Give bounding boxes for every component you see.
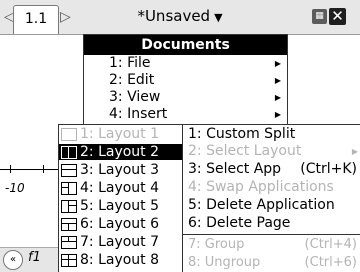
x-axis-line	[0, 169, 60, 170]
document-title[interactable]: *Unsaved ▼	[0, 7, 360, 25]
menu-item-label: 3: View	[109, 89, 161, 105]
menu-item-view[interactable]: 3: View ▶	[109, 89, 284, 106]
menu-item-layout-6[interactable]: 6: Layout 6	[59, 216, 182, 232]
menu-item-label: 1: File	[109, 55, 151, 71]
menu-item-label: 5: Layout 5	[80, 198, 160, 214]
menu-item-shortcut: (Ctrl+K)	[300, 161, 357, 177]
menu-item-layout-4[interactable]: 4: Layout 4	[59, 180, 182, 196]
submenu-arrow-icon: ▶	[351, 147, 358, 156]
menu-item-select-layout[interactable]: 2: Select Layout ▶	[183, 143, 360, 160]
menu-item-label: 8: Layout 8	[80, 252, 160, 268]
menu-item-swap-applications[interactable]: 4: Swap Applications	[183, 179, 360, 196]
close-icon[interactable]: ✕	[329, 8, 346, 25]
menu-item-layout-1[interactable]: 1: Layout 1	[59, 126, 182, 142]
layout-2-icon	[61, 146, 77, 159]
menu-separator	[183, 234, 360, 235]
layout-6-icon	[61, 218, 77, 231]
menu-item-label: 7: Layout 7	[80, 234, 160, 250]
menu-item-label: 2: Select Layout	[188, 143, 302, 159]
menu-item-delete-page[interactable]: 6: Delete Page	[183, 215, 360, 232]
layout-3-icon	[61, 164, 77, 177]
menu-item-label: 5: Delete Application	[188, 197, 335, 213]
submenu-arrow-icon: ▶	[274, 76, 281, 85]
menu-item-label: 1: Layout 1	[80, 126, 160, 142]
layout-menu: 1: Layout 1 2: Layout 2 3: Layout 3 4: L…	[58, 124, 183, 272]
menu-item-shortcut: (Ctrl+4)	[304, 237, 357, 252]
layout-5-icon	[61, 200, 77, 213]
layout-1-icon	[61, 128, 77, 141]
chevron-down-icon[interactable]: ▼	[214, 11, 222, 24]
menu-item-label: 2: Edit	[109, 72, 155, 88]
menu-item-delete-application[interactable]: 5: Delete Application	[183, 197, 360, 214]
function-entry-label[interactable]: f1	[28, 250, 41, 265]
menu-item-ungroup[interactable]: 8: Ungroup (Ctrl+6)	[183, 254, 360, 271]
menu-item-layout-3[interactable]: 3: Layout 3	[59, 162, 182, 178]
menu-item-label: 4: Insert	[109, 106, 168, 122]
submenu-arrow-icon: ▶	[274, 59, 281, 68]
page-layout-menu: 1: Custom Split 2: Select Layout ▶ 3: Se…	[182, 124, 360, 272]
axis-tick-label: -10	[5, 181, 25, 195]
submenu-arrow-icon: ▶	[274, 110, 281, 119]
menu-item-shortcut: (Ctrl+6)	[304, 255, 357, 270]
layout-8-icon	[61, 254, 77, 267]
menu-item-edit[interactable]: 2: Edit ▶	[109, 72, 284, 89]
menu-item-layout-7[interactable]: 7: Layout 7	[59, 234, 182, 250]
menu-item-custom-split[interactable]: 1: Custom Split	[183, 126, 360, 143]
menu-item-label: 1: Custom Split	[188, 126, 296, 142]
menu-item-label: 2: Layout 2	[80, 144, 160, 160]
documents-menu-header: Documents	[84, 35, 287, 55]
menu-item-label: 6: Layout 6	[80, 216, 160, 232]
menu-item-file[interactable]: 1: File ▶	[109, 55, 284, 72]
submenu-arrow-icon: ▶	[274, 93, 281, 102]
menu-item-group[interactable]: 7: Group (Ctrl+4)	[183, 236, 360, 253]
menu-item-layout-8[interactable]: 8: Layout 8	[59, 252, 182, 268]
menu-item-insert[interactable]: 4: Insert ▶	[109, 106, 284, 123]
menu-item-label: 7: Group	[188, 237, 245, 252]
axis-tick	[43, 165, 44, 173]
menu-item-label: 4: Layout 4	[80, 180, 160, 196]
menu-item-label: 8: Ungroup	[188, 255, 261, 270]
menu-item-label: 6: Delete Page	[188, 215, 291, 231]
battery-status-icon: ▦	[312, 9, 327, 24]
collapse-icon[interactable]: «	[3, 250, 23, 270]
layout-4-icon	[61, 182, 77, 195]
layout-7-icon	[61, 236, 77, 249]
menu-item-label: 4: Swap Applications	[188, 179, 334, 195]
menu-item-layout-2[interactable]: 2: Layout 2	[59, 144, 182, 160]
document-title-text: *Unsaved	[137, 7, 211, 25]
menu-item-select-app[interactable]: 3: Select App (Ctrl+K)	[183, 161, 360, 178]
axis-tick	[10, 165, 11, 173]
documents-menu: Documents 1: File ▶ 2: Edit ▶ 3: View ▶ 4: …	[83, 34, 288, 126]
menu-item-label: 3: Select App	[188, 161, 282, 177]
menu-item-label: 3: Layout 3	[80, 162, 160, 178]
menu-item-layout-5[interactable]: 5: Layout 5	[59, 198, 182, 214]
